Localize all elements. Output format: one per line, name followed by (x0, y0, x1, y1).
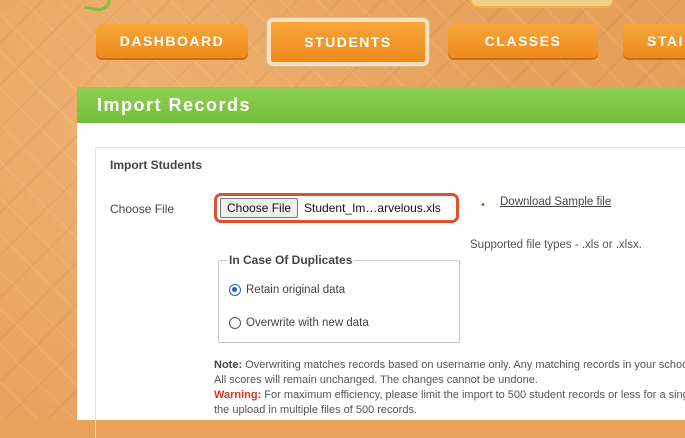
tab-classes[interactable]: CLASSES (448, 24, 598, 58)
note-line-1: Note: Overwriting matches records based … (214, 358, 685, 373)
tab-students[interactable]: STUDENTS (267, 18, 429, 66)
warning-label: Warning: (214, 389, 262, 401)
retain-original-label: Retain original data (246, 284, 346, 296)
retain-original-option[interactable]: Retain original data (229, 284, 345, 296)
note-text: Overwriting matches records based on use… (242, 359, 685, 371)
bullet-icon: ▪ (481, 199, 485, 211)
supported-file-types: Supported file types - .xls or .xlsx. (470, 239, 642, 251)
top-banner-edge (470, 0, 614, 8)
choose-file-button[interactable]: Choose File (220, 198, 299, 218)
import-notes: Note: Overwriting matches records based … (214, 358, 685, 418)
download-sample-link[interactable]: Download Sample file (500, 196, 611, 208)
import-students-panel: Import Students Choose File Choose File … (95, 147, 685, 438)
choose-file-label: Choose File (110, 202, 175, 216)
selected-file-name: Student_Im…arvelous.xls (304, 201, 441, 215)
tab-staff-partial[interactable]: STAI (623, 24, 685, 58)
file-input[interactable]: Choose File Student_Im…arvelous.xls (214, 193, 459, 223)
overwrite-option[interactable]: Overwrite with new data (229, 317, 369, 329)
main-nav: DASHBOARD STUDENTS CLASSES STAI (0, 17, 685, 67)
panel-heading: Import Students (110, 158, 202, 172)
note-line-2: All scores will remain unchanged. The ch… (214, 374, 538, 386)
duplicates-legend: In Case Of Duplicates (229, 253, 353, 267)
page-header: Import Records (77, 87, 685, 123)
duplicates-fieldset: In Case Of Duplicates Retain original da… (218, 253, 460, 343)
main-content: Import Students Choose File Choose File … (77, 123, 685, 438)
warning-line-2: the upload in multiple files of 500 reco… (214, 404, 418, 416)
note-label: Note: (214, 359, 243, 371)
radio-checked-icon[interactable] (229, 284, 241, 296)
tab-dashboard[interactable]: DASHBOARD (96, 24, 248, 58)
overwrite-label: Overwrite with new data (246, 317, 369, 329)
radio-unchecked-icon[interactable] (229, 317, 241, 329)
warning-text: For maximum efficiency, please limit the… (261, 389, 685, 401)
warning-line-1: Warning: For maximum efficiency, please … (214, 388, 685, 403)
page-title: Import Records (97, 94, 252, 115)
